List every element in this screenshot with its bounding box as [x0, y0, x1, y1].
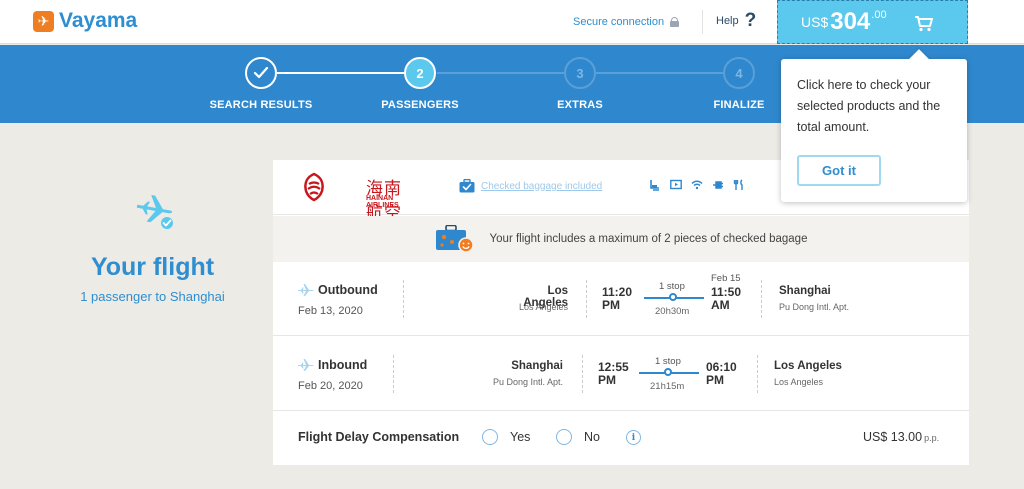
- brand-name: Vayama: [59, 9, 138, 32]
- step-search-results[interactable]: SEARCH RESULTS: [201, 57, 321, 111]
- checkmark-icon: [245, 57, 277, 89]
- duration: 21h15m: [650, 381, 685, 392]
- arrival-date: Feb 15: [711, 273, 741, 284]
- hainan-emblem-icon: [304, 172, 324, 202]
- compensation-yes-radio[interactable]: [482, 429, 498, 445]
- cart-popover: Click here to check your selected produc…: [781, 59, 967, 202]
- inbound-leg: Inbound Feb 20, 2020 Shanghai Pu Dong In…: [273, 337, 969, 411]
- meal-icon: [733, 179, 743, 190]
- help-question-icon: ?: [744, 10, 757, 31]
- delay-compensation: Flight Delay Compensation Yes No i US$ 1…: [273, 410, 969, 465]
- got-it-button[interactable]: Got it: [797, 155, 881, 186]
- checked-baggage-label: Checked baggage included: [481, 180, 603, 192]
- departure-airport: Pu Dong Intl. Apt.: [492, 377, 563, 387]
- leg-divider: [757, 355, 758, 393]
- cart-amount: 304: [830, 8, 871, 35]
- leg-divider: [761, 280, 762, 318]
- compensation-price-value: US$ 13.00: [863, 430, 923, 444]
- departure-city: Shanghai: [511, 360, 563, 372]
- leg-title-label: Inbound: [318, 358, 368, 372]
- stop-dot: [669, 293, 677, 301]
- checked-baggage-link[interactable]: Checked baggage included: [459, 179, 602, 193]
- secure-connection-label: Secure connection: [573, 16, 665, 28]
- plane-icon: [298, 359, 314, 371]
- stops-label: 1 stop: [655, 356, 681, 367]
- summary-title: Your flight: [90, 253, 215, 281]
- compensation-no-label[interactable]: No: [584, 430, 600, 444]
- lock-icon: [670, 17, 680, 27]
- popover-text: Click here to check your selected produc…: [797, 78, 941, 134]
- compensation-price: US$ 13.00 p.p.: [863, 430, 939, 444]
- flight-card: 海南航空 HAINAN AIRLINES Checked baggage inc…: [273, 160, 969, 465]
- leg-divider: [582, 355, 583, 393]
- duration: 20h30m: [655, 306, 690, 317]
- summary-subtitle: 1 passenger to Shanghai: [80, 289, 225, 304]
- plane-icon: [298, 284, 314, 296]
- help-link[interactable]: Help ?: [716, 10, 757, 31]
- wifi-icon: [691, 180, 703, 190]
- arrival-time: 11:50 AM: [711, 285, 742, 312]
- secure-connection: Secure connection: [573, 16, 680, 28]
- inbound-title: Inbound: [298, 358, 367, 372]
- plane-check-icon: [136, 194, 175, 230]
- amenities: [649, 179, 745, 191]
- leg-divider: [403, 280, 404, 318]
- outbound-title: Outbound: [298, 283, 378, 297]
- step-label: EXTRAS: [557, 99, 603, 111]
- compensation-title: Flight Delay Compensation: [298, 430, 460, 444]
- departure-airport: Los Angeles: [518, 302, 568, 312]
- departure-time: 12:55 PM: [598, 360, 629, 387]
- suitcase-icon: [435, 225, 474, 253]
- vayama-logo[interactable]: ✈ Vayama: [33, 9, 137, 33]
- step-label: PASSENGERS: [381, 99, 459, 111]
- departure-time: 11:20 PM: [602, 285, 633, 312]
- per-person-label: p.p.: [924, 433, 940, 443]
- cart-total-button[interactable]: US$ 304 .00: [777, 0, 968, 44]
- cart-decimals: .00: [871, 9, 887, 21]
- entertainment-icon: [670, 179, 682, 190]
- header-divider: [702, 10, 703, 34]
- step-number: 2: [404, 57, 436, 89]
- stop-dot: [664, 368, 672, 376]
- arrival-city: Los Angeles: [774, 360, 842, 372]
- baggage-check-icon: [459, 179, 475, 193]
- airline-logo: 海南航空 HAINAN AIRLINES: [298, 171, 418, 224]
- plane-logo-icon: ✈: [33, 10, 54, 32]
- compensation-no-radio[interactable]: [556, 429, 572, 445]
- step-number: 3: [564, 57, 596, 89]
- seat-icon: [650, 180, 659, 191]
- info-icon[interactable]: i: [626, 430, 641, 445]
- leg-title-label: Outbound: [318, 283, 378, 297]
- airline-name-en: HAINAN AIRLINES: [366, 195, 399, 209]
- arrival-city: Shanghai: [779, 285, 831, 297]
- leg-date: Feb 20, 2020: [298, 380, 363, 392]
- arrival-airport: Pu Dong Intl. Apt.: [779, 302, 850, 312]
- compensation-yes-label[interactable]: Yes: [510, 430, 530, 444]
- step-number: 4: [723, 57, 755, 89]
- baggage-banner: Your flight includes a maximum of 2 piec…: [273, 216, 969, 262]
- step-label: SEARCH RESULTS: [209, 99, 313, 111]
- top-header: ✈ Vayama Secure connection Help ? US$ 30…: [0, 0, 1024, 44]
- leg-divider: [393, 355, 394, 393]
- arrival-airport: Los Angeles: [774, 377, 824, 387]
- leg-date: Feb 13, 2020: [298, 305, 363, 317]
- outbound-leg: Outbound Feb 13, 2020 Los Angeles Los An…: [273, 262, 969, 336]
- step-extras: 3 EXTRAS: [520, 57, 640, 111]
- help-label: Help: [716, 15, 739, 27]
- cart-currency: US$: [801, 14, 829, 30]
- step-passengers: 2 PASSENGERS: [360, 57, 480, 111]
- leg-divider: [586, 280, 587, 318]
- stops-label: 1 stop: [659, 281, 685, 292]
- shopping-cart-icon: [915, 16, 933, 32]
- baggage-banner-text: Your flight includes a maximum of 2 piec…: [489, 233, 808, 245]
- arrival-time: 06:10 PM: [706, 360, 737, 387]
- power-outlet-icon: [713, 181, 723, 189]
